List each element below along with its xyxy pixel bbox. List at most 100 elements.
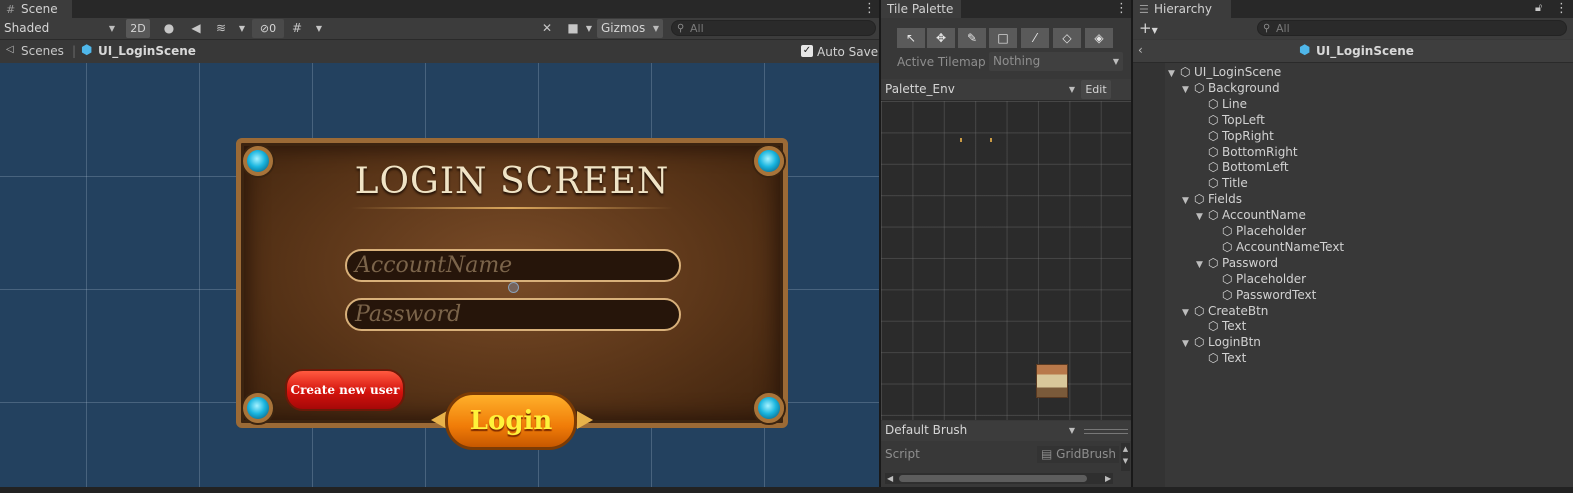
hidden-count: 0 bbox=[269, 22, 277, 35]
scroll-thumb[interactable] bbox=[899, 475, 1087, 482]
foldout-expanded-icon[interactable]: ▼ bbox=[1182, 305, 1194, 321]
brush-scrollbar-vertical[interactable]: ▲ ▼ bbox=[1121, 443, 1130, 471]
eraser-icon[interactable]: ◇ bbox=[1053, 28, 1081, 48]
palette-tools: ↖ ✥ ✎ □ ⁄ ◇ ◈ bbox=[895, 27, 1117, 50]
gameobject-cube-icon: ⬡ bbox=[1222, 271, 1233, 286]
lighting-icon[interactable]: ● bbox=[160, 20, 178, 37]
hierarchy-item-label: Password bbox=[1222, 255, 1279, 270]
pivot-handle[interactable] bbox=[508, 282, 519, 293]
hierarchy-item[interactable]: ⬡ TopLeft bbox=[1196, 112, 1265, 128]
scene-viewport[interactable]: LOGIN SCREEN AccountName Password Create… bbox=[0, 63, 879, 487]
foldout-expanded-icon[interactable]: ▼ bbox=[1196, 257, 1208, 273]
effects-icon[interactable]: ≋ bbox=[212, 20, 230, 37]
shading-mode-dropdown[interactable]: Shaded ▼ bbox=[0, 19, 119, 38]
brush-splitter[interactable] bbox=[1084, 429, 1128, 434]
create-new-user-button[interactable]: Create new user bbox=[285, 369, 405, 411]
scene-menu-icon[interactable]: ⋮ bbox=[863, 2, 876, 16]
box-fill-icon[interactable]: □ bbox=[989, 28, 1017, 48]
password-field[interactable]: Password bbox=[345, 298, 681, 331]
tile-palette-menu-icon[interactable]: ⋮ bbox=[1115, 2, 1128, 16]
active-tilemap-value: Nothing bbox=[993, 54, 1041, 68]
hierarchy-item[interactable]: ⬡ TopRight bbox=[1196, 128, 1274, 144]
breadcrumb-scene-name[interactable]: UI_LoginScene bbox=[98, 44, 196, 58]
tab-tile-palette[interactable]: Tile Palette bbox=[881, 0, 961, 18]
palette-edit-button[interactable]: Edit bbox=[1081, 80, 1111, 99]
hierarchy-item-label: TopLeft bbox=[1222, 112, 1265, 127]
hierarchy-item[interactable]: ▼ ⬡ AccountName bbox=[1196, 207, 1306, 223]
scene-cube-icon: ⬢ bbox=[1299, 43, 1311, 58]
camera-dropdown-icon[interactable]: ▼ bbox=[580, 20, 598, 37]
picker-icon[interactable]: ⁄ bbox=[1021, 28, 1049, 48]
palette-grid[interactable] bbox=[881, 101, 1131, 420]
hierarchy-item[interactable]: ▼ ⬡ Background bbox=[1182, 80, 1280, 96]
hierarchy-item[interactable]: ▼ ⬡ Password bbox=[1196, 255, 1278, 271]
toggle-2d-button[interactable]: 2D bbox=[126, 19, 150, 38]
paint-brush-icon[interactable]: ✎ bbox=[958, 28, 986, 48]
chevron-down-icon: ▼ bbox=[1151, 26, 1158, 35]
hierarchy-item[interactable]: ⬡ Placeholder bbox=[1210, 223, 1306, 239]
tab-scene[interactable]: # Scene bbox=[0, 0, 72, 18]
foldout-expanded-icon[interactable]: ▼ bbox=[1182, 336, 1194, 352]
hierarchy-item[interactable]: ⬡ BottomRight bbox=[1196, 144, 1298, 160]
palette-dropdown[interactable]: Palette_Env ▼ bbox=[881, 80, 1079, 99]
corner-gem-top-right bbox=[754, 146, 784, 176]
foldout-expanded-icon[interactable]: ▼ bbox=[1196, 209, 1208, 225]
audio-icon[interactable]: ◀ bbox=[187, 20, 205, 37]
hierarchy-item[interactable]: ⬡ Title bbox=[1196, 175, 1248, 191]
foldout-expanded-icon[interactable]: ▼ bbox=[1182, 82, 1194, 98]
scene-search-input[interactable]: ⚲ All bbox=[671, 20, 876, 36]
hierarchy-item[interactable]: ▼ ⬡ UI_LoginScene bbox=[1168, 64, 1281, 80]
hierarchy-item[interactable]: ⬡ Text bbox=[1196, 350, 1246, 366]
corner-gem-bottom-right bbox=[754, 393, 784, 423]
palette-scrollbar-horizontal[interactable]: ◀ ▶ bbox=[885, 473, 1113, 484]
hierarchy-item-label: PasswordText bbox=[1236, 287, 1317, 302]
lock-icon[interactable]: 🔓︎ bbox=[1535, 1, 1542, 15]
hierarchy-item[interactable]: ▼ ⬡ CreateBtn bbox=[1182, 303, 1268, 319]
hierarchy-item[interactable]: ⬡ BottomLeft bbox=[1196, 159, 1289, 175]
hierarchy-item[interactable]: ⬡ PasswordText bbox=[1210, 287, 1316, 303]
scene-visibility-button[interactable]: ⊘0 bbox=[252, 19, 284, 38]
hierarchy-item[interactable]: ⬡ AccountNameText bbox=[1210, 239, 1344, 255]
tile-sprite bbox=[960, 138, 962, 142]
auto-save-checkbox[interactable]: ✓ bbox=[801, 45, 813, 57]
gameobject-cube-icon: ⬡ bbox=[1194, 303, 1205, 318]
breadcrumb-back-icon[interactable]: ◁ bbox=[6, 44, 14, 55]
scene-cube-icon: ⬢ bbox=[81, 43, 93, 58]
foldout-expanded-icon[interactable]: ▼ bbox=[1182, 193, 1194, 209]
hierarchy-item[interactable]: ⬡ Text bbox=[1196, 318, 1246, 334]
gizmos-label: Gizmos bbox=[601, 21, 646, 35]
hierarchy-item[interactable]: ▼ ⬡ LoginBtn bbox=[1182, 334, 1261, 350]
search-icon: ⚲ bbox=[677, 23, 685, 34]
active-tilemap-dropdown[interactable]: Nothing ▼ bbox=[989, 52, 1123, 71]
fill-bucket-icon[interactable]: ◈ bbox=[1085, 28, 1113, 48]
hierarchy-item[interactable]: ⬡ Line bbox=[1196, 96, 1247, 112]
breadcrumb-scenes[interactable]: Scenes bbox=[21, 44, 64, 58]
foldout-expanded-icon[interactable]: ▼ bbox=[1168, 66, 1180, 82]
palette-selector-bar: Palette_Env ▼ Edit bbox=[881, 79, 1131, 101]
login-button[interactable]: Login bbox=[445, 392, 577, 450]
chevron-down-icon: ▼ bbox=[1068, 85, 1075, 94]
add-object-button[interactable]: +▼ bbox=[1139, 19, 1163, 40]
hierarchy-menu-icon[interactable]: ⋮ bbox=[1555, 2, 1568, 16]
hierarchy-item-label: AccountName bbox=[1222, 208, 1306, 223]
hierarchy-item-label: TopRight bbox=[1222, 128, 1274, 143]
move-tool-icon[interactable]: ✥ bbox=[927, 28, 955, 48]
scroll-right-icon[interactable]: ▶ bbox=[1105, 473, 1111, 484]
hierarchy-item[interactable]: ▼ ⬡ Fields bbox=[1182, 191, 1242, 207]
grid-snap-icon[interactable]: # bbox=[288, 20, 306, 37]
account-name-field[interactable]: AccountName bbox=[345, 249, 681, 282]
scroll-left-icon[interactable]: ◀ bbox=[887, 473, 893, 484]
tools-icon[interactable]: ✕ bbox=[538, 20, 556, 37]
grid-dropdown-icon[interactable]: ▼ bbox=[310, 20, 328, 37]
gameobject-cube-icon: ⬡ bbox=[1208, 319, 1219, 334]
back-chevron-icon[interactable]: ‹ bbox=[1138, 43, 1143, 57]
hierarchy-item[interactable]: ⬡ Placeholder bbox=[1210, 271, 1306, 287]
hierarchy-search-input[interactable]: ⚲ All bbox=[1257, 20, 1567, 36]
tab-hierarchy[interactable]: ☰ Hierarchy bbox=[1133, 0, 1231, 18]
effects-dropdown-icon[interactable]: ▼ bbox=[233, 20, 251, 37]
brush-dropdown[interactable]: Default Brush ▼ bbox=[881, 421, 1079, 440]
grid-icon: # bbox=[6, 3, 16, 16]
select-tool-icon[interactable]: ↖ bbox=[897, 28, 925, 48]
hierarchy-item-label: Fields bbox=[1208, 192, 1242, 207]
gizmos-dropdown[interactable]: Gizmos ▼ bbox=[597, 19, 663, 38]
